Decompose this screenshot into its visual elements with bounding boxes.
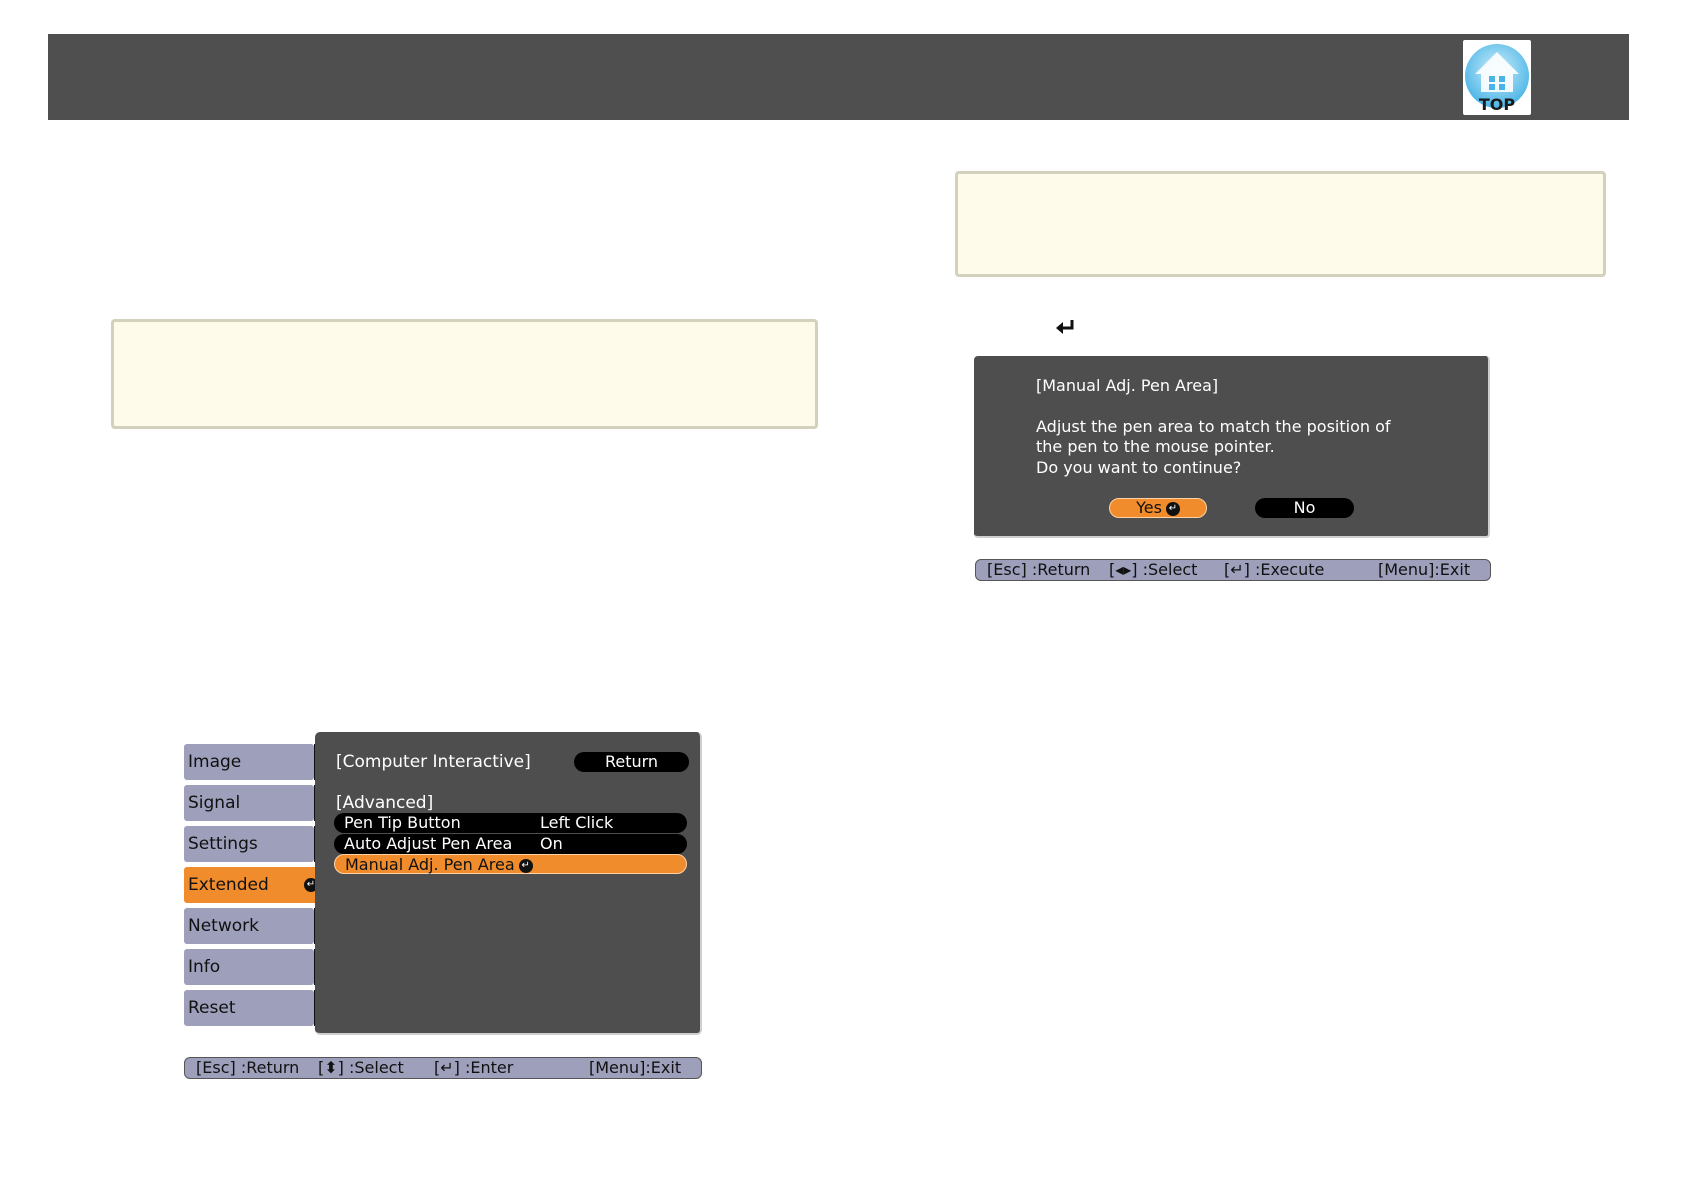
hint-exit: [Menu]:Exit bbox=[589, 1058, 682, 1077]
tab-image[interactable]: Image bbox=[184, 744, 314, 780]
tab-network[interactable]: Network bbox=[184, 908, 314, 944]
enter-icon: ↵ bbox=[518, 858, 533, 873]
hint-exit: [Menu]:Exit bbox=[1378, 560, 1471, 579]
menu-row-auto-adjust-pen-area[interactable]: Auto Adjust Pen Area On bbox=[334, 834, 687, 854]
tab-reset[interactable]: Reset bbox=[184, 990, 314, 1026]
dialog-message-line: Do you want to continue? bbox=[1036, 458, 1242, 477]
menu-hint-bar: [Esc] :Return [⬍] :Select [↵] :Enter [Me… bbox=[184, 1057, 702, 1079]
panel-title: [Computer Interactive] bbox=[336, 752, 531, 772]
tab-extended[interactable]: Extended ↵ bbox=[184, 867, 324, 903]
no-button[interactable]: No bbox=[1255, 498, 1354, 518]
yes-label: Yes bbox=[1136, 498, 1162, 517]
top-button[interactable]: TOP bbox=[1463, 40, 1531, 115]
dialog-message-line: the pen to the mouse pointer. bbox=[1036, 437, 1275, 456]
menu-panel bbox=[315, 732, 702, 1035]
hint-select: [◂▸] :Select bbox=[1109, 560, 1198, 579]
row-value: Left Click bbox=[540, 813, 614, 832]
header-bar bbox=[48, 34, 1629, 120]
dialog-message-line: Adjust the pen area to match the positio… bbox=[1036, 417, 1391, 436]
hint-enter: [↵] :Enter bbox=[434, 1058, 514, 1077]
row-value: On bbox=[540, 834, 563, 853]
hint-esc: [Esc] :Return bbox=[987, 560, 1091, 579]
enter-icon: ↵ bbox=[1165, 501, 1180, 516]
top-button-label: TOP bbox=[1478, 95, 1516, 114]
row-label: Manual Adj. Pen Area ↵ bbox=[345, 855, 533, 875]
yes-button[interactable]: Yes ↵ bbox=[1109, 498, 1207, 518]
tab-settings[interactable]: Settings bbox=[184, 826, 314, 862]
tab-signal[interactable]: Signal bbox=[184, 785, 314, 821]
row-label: Auto Adjust Pen Area bbox=[344, 834, 513, 853]
hint-esc: [Esc] :Return bbox=[196, 1058, 300, 1077]
note-box bbox=[111, 319, 818, 429]
tab-info[interactable]: Info bbox=[184, 949, 314, 985]
return-button[interactable]: Return bbox=[574, 752, 689, 772]
dialog-hint-bar: [Esc] :Return [◂▸] :Select [↵] :Execute … bbox=[975, 559, 1491, 581]
section-title: [Advanced] bbox=[336, 793, 434, 813]
hint-select: [⬍] :Select bbox=[318, 1058, 404, 1077]
hint-execute: [↵] :Execute bbox=[1224, 560, 1325, 579]
enter-key-icon bbox=[1056, 320, 1074, 334]
menu-row-manual-adj-pen-area[interactable]: Manual Adj. Pen Area ↵ bbox=[334, 854, 687, 874]
tab-extended-label: Extended bbox=[188, 875, 269, 895]
dialog-title: [Manual Adj. Pen Area] bbox=[1036, 376, 1219, 395]
menu-row-pen-tip-button[interactable]: Pen Tip Button Left Click bbox=[334, 813, 687, 833]
row-label: Pen Tip Button bbox=[344, 813, 461, 832]
note-box bbox=[955, 171, 1606, 277]
